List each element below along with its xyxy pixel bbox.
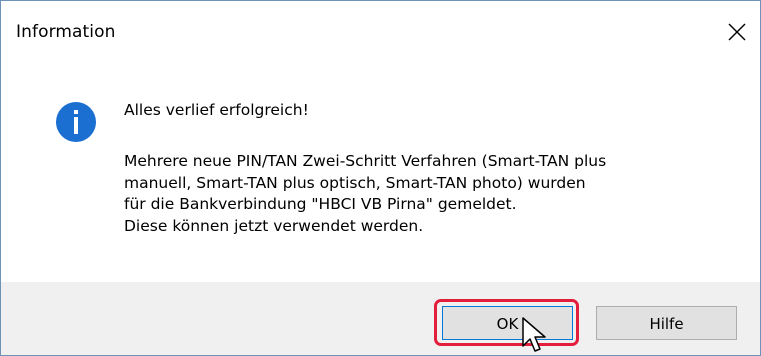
message-line: für die Bankverbindung "HBCI VB Pirna" g… [124, 195, 517, 213]
information-dialog: Information Alles verlief erfolgreich! M… [0, 0, 761, 356]
message-line: manuell, Smart-TAN plus optisch, Smart-T… [124, 173, 586, 192]
help-button[interactable]: Hilfe [596, 306, 737, 340]
dialog-title: Information [16, 22, 116, 42]
close-icon [728, 23, 746, 41]
info-icon [56, 102, 96, 142]
title-bar: Information [1, 1, 760, 63]
message-body: Mehrere neue PIN/TAN Zwei-Schritt Verfah… [124, 151, 606, 237]
ok-button[interactable]: OK [442, 306, 573, 340]
message-line: Diese können jetzt verwendet werden. [124, 216, 424, 235]
message-heading: Alles verlief erfolgreich! [124, 101, 309, 119]
close-button[interactable] [714, 9, 760, 55]
message-line: Mehrere neue PIN/TAN Zwei-Schritt Verfah… [124, 152, 607, 170]
message-area: Alles verlief erfolgreich! Mehrere neue … [1, 63, 760, 282]
button-bar: OK Hilfe [1, 282, 760, 355]
